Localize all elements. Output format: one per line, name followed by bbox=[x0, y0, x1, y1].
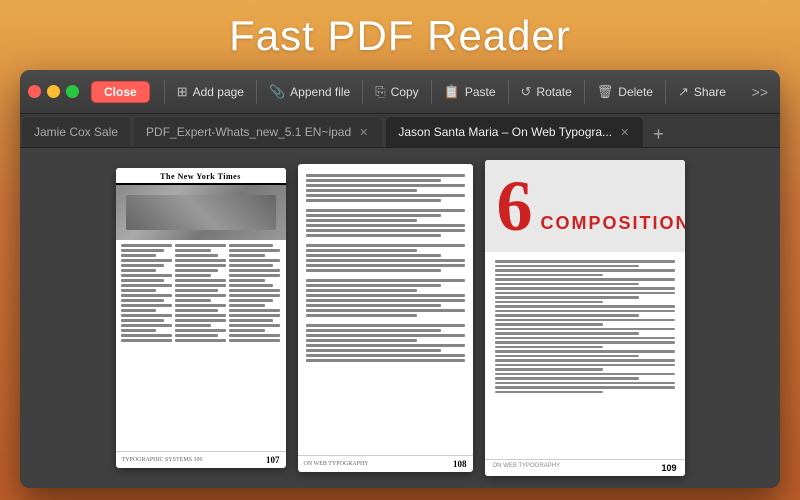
toolbar-separator-6 bbox=[584, 80, 585, 104]
app-title: Fast PDF Reader bbox=[0, 12, 800, 60]
share-label: Share bbox=[694, 85, 726, 99]
toolbar-separator-5 bbox=[508, 80, 509, 104]
delete-label: Delete bbox=[618, 85, 653, 99]
composition-page: 6 COMPOSITION bbox=[485, 160, 685, 476]
newspaper-columns bbox=[116, 240, 286, 451]
close-button[interactable]: Close bbox=[91, 81, 150, 103]
newspaper-col-1 bbox=[121, 244, 172, 447]
copy-label: Copy bbox=[391, 85, 419, 99]
newspaper-col-2 bbox=[175, 244, 226, 447]
text-block-2 bbox=[306, 209, 465, 237]
rotate-icon: ↺ bbox=[521, 84, 532, 100]
tab-label: Jason Santa Maria – On Web Typogra... bbox=[398, 125, 612, 139]
paste-label: Paste bbox=[465, 85, 496, 99]
newspaper-title: The New York Times bbox=[122, 172, 280, 181]
add-page-label: Add page bbox=[193, 85, 244, 99]
page-108-thumb[interactable]: ON WEB TYPOGRAPHY 108 bbox=[298, 164, 473, 472]
page-108-number: 108 bbox=[453, 459, 467, 469]
composition-big-number: 6 bbox=[497, 170, 533, 242]
page-108-footer-label: ON WEB TYPOGRAPHY bbox=[304, 461, 369, 467]
page-109-number: 109 bbox=[661, 463, 676, 473]
append-file-label: Append file bbox=[290, 85, 350, 99]
text-block-5 bbox=[306, 324, 465, 362]
paste-icon: 📋 bbox=[444, 84, 460, 100]
toolbar-separator-2 bbox=[256, 80, 257, 104]
newspaper-header: The New York Times bbox=[116, 168, 286, 185]
newspaper-col-3 bbox=[229, 244, 280, 447]
page-109-footer: ON WEB TYPOGRAPHY 109 bbox=[485, 459, 685, 476]
toolbar-separator-1 bbox=[164, 80, 165, 104]
tab-jamie-cox-sale[interactable]: Jamie Cox Sale bbox=[22, 117, 130, 147]
delete-icon: 🗑 bbox=[597, 84, 614, 100]
page-108-content bbox=[298, 164, 473, 455]
tab-label: Jamie Cox Sale bbox=[34, 125, 118, 139]
page-109-footer-left: ON WEB TYPOGRAPHY bbox=[493, 463, 561, 473]
window-minimize-btn[interactable] bbox=[47, 85, 60, 98]
add-page-icon: ⊞ bbox=[177, 84, 188, 100]
window-controls bbox=[28, 85, 79, 98]
window-maximize-btn[interactable] bbox=[66, 85, 79, 98]
copy-icon: ⎘ bbox=[375, 84, 385, 100]
more-toolbar-button[interactable]: >> bbox=[748, 80, 772, 104]
share-button[interactable]: ↗ Share bbox=[670, 80, 734, 104]
tab-close-pdf-expert[interactable]: ✕ bbox=[357, 126, 370, 139]
tab-close-jason[interactable]: ✕ bbox=[618, 126, 631, 139]
composition-body bbox=[485, 252, 685, 459]
toolbar-separator-4 bbox=[431, 80, 432, 104]
composition-header: 6 COMPOSITION bbox=[485, 160, 685, 252]
toolbar: Close ⊞ Add page 📎 Append file ⎘ Copy 📋 … bbox=[20, 70, 780, 114]
rotate-label: Rotate bbox=[536, 85, 571, 99]
newspaper-image bbox=[116, 185, 286, 240]
tab-pdf-expert[interactable]: PDF_Expert-Whats_new_5.1 EN~ipad ✕ bbox=[134, 117, 382, 147]
window-close-btn[interactable] bbox=[28, 85, 41, 98]
page-109-thumb[interactable]: 6 COMPOSITION bbox=[485, 160, 685, 476]
delete-button[interactable]: 🗑 Delete bbox=[589, 80, 661, 104]
text-block-3 bbox=[306, 244, 465, 272]
append-file-icon: 📎 bbox=[269, 84, 285, 100]
append-file-button[interactable]: 📎 Append file bbox=[261, 80, 358, 104]
content-area: The New York Times bbox=[20, 148, 780, 488]
paste-button[interactable]: 📋 Paste bbox=[436, 80, 504, 104]
main-window: Close ⊞ Add page 📎 Append file ⎘ Copy 📋 … bbox=[20, 70, 780, 488]
tab-bar: Jamie Cox Sale PDF_Expert-Whats_new_5.1 … bbox=[20, 114, 780, 148]
page-108-footer: ON WEB TYPOGRAPHY 108 bbox=[298, 455, 473, 472]
toolbar-separator-7 bbox=[665, 80, 666, 104]
page-107-thumb[interactable]: The New York Times bbox=[116, 168, 286, 468]
tab-label: PDF_Expert-Whats_new_5.1 EN~ipad bbox=[146, 125, 351, 139]
tab-add-button[interactable]: + bbox=[645, 125, 672, 143]
page-107-footer: TYPOGRAPHIC SYSTEMS 106 107 bbox=[116, 451, 286, 468]
copy-button[interactable]: ⎘ Copy bbox=[367, 80, 426, 104]
text-block-1 bbox=[306, 174, 465, 202]
tab-jason-santa-maria[interactable]: Jason Santa Maria – On Web Typogra... ✕ bbox=[386, 117, 643, 147]
rotate-button[interactable]: ↺ Rotate bbox=[513, 80, 580, 104]
page-107-footer-label: TYPOGRAPHIC SYSTEMS 106 bbox=[122, 457, 203, 463]
app-title-area: Fast PDF Reader bbox=[0, 0, 800, 70]
share-icon: ↗ bbox=[678, 84, 689, 100]
toolbar-separator-3 bbox=[362, 80, 363, 104]
composition-title: COMPOSITION bbox=[541, 213, 685, 242]
page-107-number: 107 bbox=[266, 455, 280, 465]
text-block-4 bbox=[306, 279, 465, 317]
add-page-button[interactable]: ⊞ Add page bbox=[169, 80, 252, 104]
